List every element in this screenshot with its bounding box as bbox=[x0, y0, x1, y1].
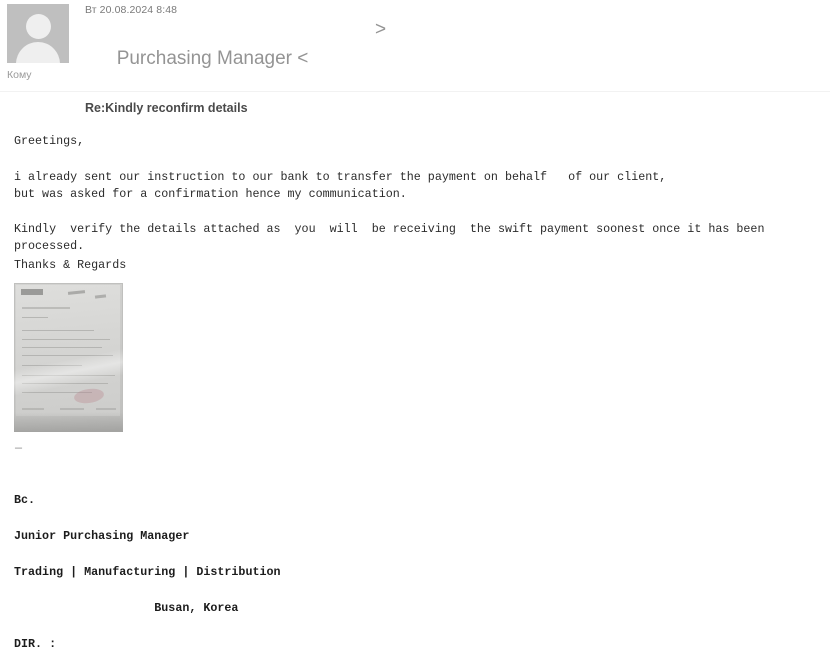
document-signature-line bbox=[60, 408, 84, 410]
body-paragraph-1: i already sent our instruction to our ba… bbox=[14, 170, 667, 201]
body-greeting: Greetings, bbox=[14, 134, 85, 148]
document-stamp-mark bbox=[73, 386, 105, 406]
sender-name-text: Purchasing Manager < bbox=[116, 48, 309, 69]
signature-separator: — bbox=[15, 441, 23, 455]
sender-name[interactable]: Purchasing Manager < > bbox=[85, 17, 830, 98]
recipient-label: Кому bbox=[7, 69, 32, 81]
signature-line-4: Busan, Korea bbox=[14, 601, 239, 615]
body-paragraph-2: Kindly verify the details attached as yo… bbox=[14, 222, 772, 253]
document-text-line bbox=[22, 339, 110, 340]
person-placeholder-icon bbox=[25, 14, 51, 39]
document-signature-line bbox=[22, 408, 44, 410]
sender-address-close: > bbox=[375, 19, 387, 40]
person-placeholder-icon-body bbox=[16, 42, 60, 63]
signature-block: Bc. Junior Purchasing Manager Trading | … bbox=[14, 473, 281, 671]
document-text-line bbox=[22, 317, 48, 318]
email-header: Вт 20.08.2024 8:48 Purchasing Manager < >… bbox=[0, 0, 830, 115]
document-text-line bbox=[22, 307, 70, 309]
document-crease-highlight bbox=[14, 342, 123, 398]
document-logo-mark bbox=[21, 289, 43, 295]
signature-line-2: Junior Purchasing Manager bbox=[14, 529, 190, 543]
signature-line-5: DIR. : bbox=[14, 637, 57, 651]
document-text-line bbox=[22, 330, 94, 331]
document-sheet bbox=[14, 285, 123, 416]
document-header-mark-1 bbox=[67, 290, 86, 295]
document-header-mark-2 bbox=[94, 294, 107, 299]
signature-line-1: Bc. bbox=[14, 493, 36, 507]
document-signature-line bbox=[96, 408, 116, 410]
email-body: Greetings, i already sent our instructio… bbox=[0, 92, 830, 651]
photo-bottom-shadow bbox=[14, 412, 123, 432]
body-closing: Thanks & Regards bbox=[14, 258, 127, 272]
message-date: Вт 20.08.2024 8:48 bbox=[85, 4, 178, 16]
avatar bbox=[7, 4, 69, 63]
document-text-line bbox=[22, 347, 102, 348]
attached-document-image[interactable] bbox=[14, 283, 123, 432]
